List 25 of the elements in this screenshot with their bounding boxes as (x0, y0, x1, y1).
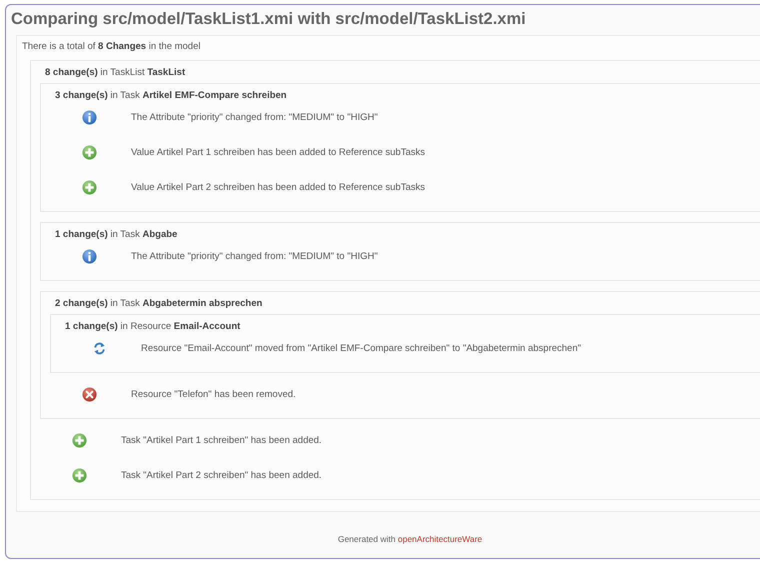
footer-link[interactable]: openArchitectureWare (398, 534, 482, 544)
info-icon (82, 248, 97, 264)
page-title: Comparing src/model/TaskList1.xmi with src/model/TaskList2.xmi (11, 10, 526, 29)
change-description: Task "Artikel Part 2 schreiben" has been added. (121, 470, 322, 480)
summary-text: There is a total of 8 Changes in the model (22, 41, 202, 52)
change-description: Value Artikel Part 1 schreiben has been added to Reference subTasks (131, 146, 425, 158)
plus-icon (82, 180, 97, 194)
group-header: 1 change(s) in Task Abgabe (55, 229, 178, 242)
info-icon (82, 110, 97, 124)
group-header: 2 change(s) in Task Abgabetermin absprechen (55, 298, 264, 311)
group-header: 8 change(s) in TaskList TaskList (45, 67, 186, 80)
plus-icon (72, 432, 87, 448)
change-description: Task "Artikel Part 1 schreiben" has been added. (121, 434, 322, 446)
change-description: The Attribute "priority" changed from: "MEDIUM" to "HIGH" (131, 250, 378, 262)
refresh-icon (93, 340, 106, 356)
group-header: 1 change(s) in Resource Email-Account (65, 321, 242, 334)
plus-icon (82, 144, 97, 160)
footer-text: Generated with openArchitectureWare (338, 534, 482, 544)
change-description: Resource "Email-Account" moved from "Artikel EMF-Compare schreiben" to "Abgabetermin absprechen" (141, 342, 581, 354)
group-header: 3 change(s) in Task Artikel EMF-Compare schreiben (55, 90, 288, 103)
change-description: Resource "Telefon" has been removed. (131, 388, 296, 400)
remove-icon (82, 386, 97, 402)
plus-icon (72, 468, 87, 482)
change-description: Value Artikel Part 2 schreiben has been added to Reference subTasks (131, 182, 425, 192)
change-description: The Attribute "priority" changed from: "MEDIUM" to "HIGH" (131, 112, 378, 122)
